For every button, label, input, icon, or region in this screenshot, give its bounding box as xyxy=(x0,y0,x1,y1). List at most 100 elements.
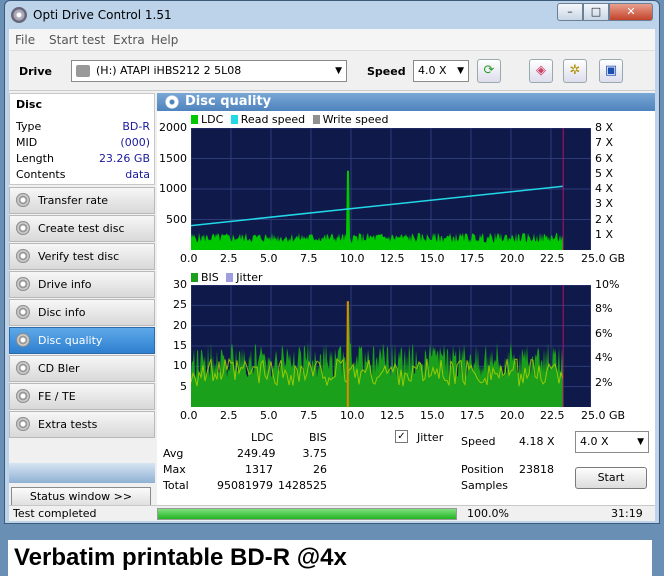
nav-label: Extra tests xyxy=(38,418,98,431)
disc-icon xyxy=(16,221,30,235)
disc-header: Disc xyxy=(16,98,42,111)
nav-fe-te[interactable]: FE / TE xyxy=(9,383,155,410)
chart1-legend: LDC Read speed Write speed xyxy=(191,113,388,126)
disc-icon xyxy=(16,333,30,347)
save-icon: ▣ xyxy=(604,63,618,78)
disc-row-value: BD-R xyxy=(122,120,150,133)
drive-icon xyxy=(76,65,90,77)
speed-stat-select[interactable]: 4.0 X ▼ xyxy=(575,431,649,453)
speed-stat-select-value: 4.0 X xyxy=(580,435,609,448)
nav-label: Create test disc xyxy=(38,222,125,235)
total-label: Total xyxy=(163,479,189,492)
menu-help[interactable]: Help xyxy=(151,33,178,47)
legend-read-speed: Read speed xyxy=(240,113,306,126)
refresh-icon: ⟳ xyxy=(483,63,495,78)
status-window-button[interactable]: Status window >> xyxy=(11,487,151,507)
total-ldc: 95081979 xyxy=(217,479,273,492)
nav-cd-bler[interactable]: CD Bler xyxy=(9,355,155,382)
menu-start-test[interactable]: Start test xyxy=(49,33,105,47)
speed-select[interactable]: 4.0 X ▼ xyxy=(413,60,469,82)
nav-transfer-rate[interactable]: Transfer rate xyxy=(9,187,155,214)
avg-bis: 3.75 xyxy=(302,447,328,460)
disc-icon xyxy=(16,389,30,403)
disc-quality-panel: Disc quality LDC Read speed Write speed … xyxy=(157,93,655,511)
disc-row: Length 23.26 GB xyxy=(16,152,150,168)
status-text: Test completed xyxy=(13,507,97,520)
drive-select-value: (H:) ATAPI iHBS212 2 5L08 xyxy=(96,64,242,77)
refresh-button[interactable]: ⟳ xyxy=(477,59,501,83)
y2-tick-label: 3 X xyxy=(595,197,614,211)
x-tick-label: 10.0 xyxy=(340,409,365,422)
menu-bar: File Start test Extra Help xyxy=(9,29,655,51)
ldc-chart xyxy=(191,128,591,250)
nav-label: Transfer rate xyxy=(38,194,109,207)
jitter-label: Jitter xyxy=(417,431,444,444)
x-tick-label: 12.5 xyxy=(380,252,405,265)
y2-tick-label: 4 X xyxy=(595,182,614,195)
nav-label: Verify test disc xyxy=(38,250,120,263)
disc-row-key: Contents xyxy=(16,168,66,181)
y2-tick-label: 4% xyxy=(595,351,613,365)
elapsed-time: 31:19 xyxy=(611,507,643,520)
erase-button[interactable]: ◈ xyxy=(529,59,553,83)
x-tick-label: 25.0 GB xyxy=(581,252,626,265)
speed-stat-value: 4.18 X xyxy=(519,435,555,448)
nav-disc-info[interactable]: Disc info xyxy=(9,299,155,326)
legend-bis: BIS xyxy=(201,271,219,284)
speed-select-value: 4.0 X xyxy=(418,64,447,77)
position-value: 23818 xyxy=(519,463,554,476)
save-button[interactable]: ▣ xyxy=(599,59,623,83)
menu-file[interactable]: File xyxy=(15,33,35,47)
speed-stat-label: Speed xyxy=(461,435,496,448)
jitter-swatch xyxy=(226,273,234,282)
y-tick-label: 1000 xyxy=(159,182,187,195)
nav-drive-info[interactable]: Drive info xyxy=(9,271,155,298)
x-tick-label: 2.5 xyxy=(220,409,238,422)
disc-icon xyxy=(16,361,30,375)
eraser-icon: ◈ xyxy=(536,63,546,78)
y2-tick-label: 2 X xyxy=(595,212,614,226)
avg-label: Avg xyxy=(163,447,184,460)
disc-icon xyxy=(16,249,30,263)
disc-icon xyxy=(16,277,30,291)
minimize-button[interactable]: – xyxy=(557,3,583,21)
close-button[interactable]: ✕ xyxy=(609,3,653,21)
menu-extra[interactable]: Extra xyxy=(113,33,145,47)
progress-fill xyxy=(158,509,456,519)
total-bis: 1428525 xyxy=(278,479,327,492)
nav-label: CD Bler xyxy=(38,362,80,375)
nav-verify-test-disc[interactable]: Verify test disc xyxy=(9,243,155,270)
nav-label: Disc info xyxy=(38,306,86,319)
gears-icon: ✲ xyxy=(569,63,581,78)
y-tick-label: 500 xyxy=(166,212,187,226)
x-tick-label: 5.0 xyxy=(260,252,278,265)
settings-button[interactable]: ✲ xyxy=(563,59,587,83)
maximize-button[interactable]: □ xyxy=(583,3,609,21)
nav-label: Drive info xyxy=(38,278,92,291)
x-tick-label: 20.0 xyxy=(500,409,525,422)
nav-create-test-disc[interactable]: Create test disc xyxy=(9,215,155,242)
app-window: Opti Drive Control 1.51 – □ ✕ File Start… xyxy=(4,0,660,524)
disc-icon xyxy=(16,417,30,431)
nav-extra-tests[interactable]: Extra tests xyxy=(9,411,155,438)
x-tick-label: 15.0 xyxy=(420,252,445,265)
y2-tick-label: 7 X xyxy=(595,136,614,150)
x-tick-label: 7.5 xyxy=(300,409,318,422)
x-tick-label: 15.0 xyxy=(420,409,445,422)
avg-ldc: 249.49 xyxy=(237,447,276,460)
drive-select[interactable]: (H:) ATAPI iHBS212 2 5L08 ▼ xyxy=(71,60,347,82)
start-button[interactable]: Start xyxy=(575,467,647,489)
progress-text: 100.0% xyxy=(467,507,509,520)
disc-row-value: 23.26 GB xyxy=(98,152,150,165)
disc-row: Contents data xyxy=(16,168,150,184)
x-tick-label: 20.0 xyxy=(500,252,525,265)
x-tick-label: 17.5 xyxy=(460,252,485,265)
legend-jitter: Jitter xyxy=(236,271,263,284)
x-tick-label: 0.0 xyxy=(180,409,198,422)
max-label: Max xyxy=(163,463,186,476)
nav-disc-quality[interactable]: Disc quality xyxy=(9,327,155,354)
x-tick-label: 25.0 GB xyxy=(581,409,626,422)
y-tick-label: 20 xyxy=(173,318,187,332)
y2-tick-label: 8 X xyxy=(595,121,614,134)
jitter-checkbox[interactable]: ✓ xyxy=(395,430,408,443)
